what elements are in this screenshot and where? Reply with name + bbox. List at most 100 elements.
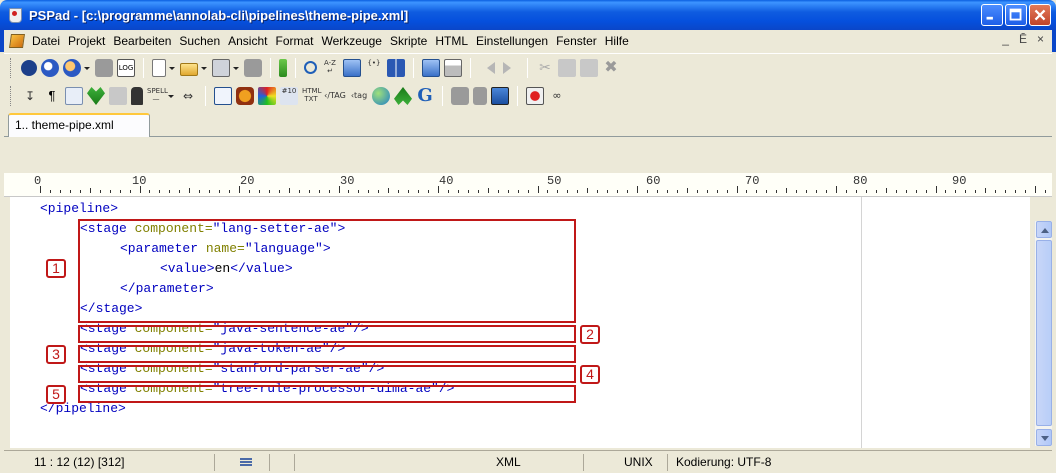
annotation-box [78,385,576,403]
copy-icon[interactable] [558,58,576,77]
glasses-icon[interactable]: ∞ [548,87,566,105]
minimize-button[interactable] [981,4,1003,26]
ruler-tick [219,190,221,193]
tag-close-icon[interactable]: ‹/TAG [324,87,346,105]
wrap-icon[interactable]: ↧ [21,87,39,105]
mdi-minimize-button[interactable]: _ [1002,32,1009,46]
status-divider [214,454,215,471]
toolbar-grip[interactable] [10,57,13,78]
find-icon[interactable] [304,61,317,74]
new-file-icon[interactable] [152,58,166,77]
scroll-up-button[interactable] [1036,221,1052,238]
google-icon[interactable]: G [416,87,434,105]
open-file-icon[interactable] [180,62,198,76]
delete-icon[interactable]: ✖ [602,59,620,77]
toolbar-grip[interactable] [10,86,13,106]
html-text-icon[interactable]: HTML TXT [302,87,321,105]
menu-suchen[interactable]: Suchen [175,31,224,51]
menu-bearbeiten[interactable]: Bearbeiten [109,31,175,51]
tab-theme-pipe-xml[interactable]: 1.. theme-pipe.xml [8,113,150,137]
replace-icon[interactable]: A-Z ↵ [321,59,339,77]
macro-icon[interactable] [451,87,469,105]
ruler-tick [547,190,549,193]
highlighter-icon[interactable] [87,87,105,105]
annotation-box [78,219,576,323]
column-icon[interactable] [65,87,83,105]
ruler-label: 20 [240,174,255,188]
lock-icon[interactable] [131,87,143,105]
screen-icon[interactable] [491,87,509,105]
undo-icon[interactable] [479,59,497,77]
menu-hilfe[interactable]: Hilfe [601,31,633,51]
toolbar-separator [442,86,443,106]
scroll-down-button[interactable] [1036,429,1052,446]
validate-icon[interactable] [394,87,412,105]
menu-projekt[interactable]: Projekt [64,31,109,51]
ruler-tick [248,190,250,193]
record-icon[interactable] [473,87,487,105]
scroll-thumb[interactable] [1036,240,1052,426]
chevron-down-icon[interactable] [200,59,207,77]
bracket-icon[interactable]: {•} [365,59,383,77]
html-table-icon[interactable]: #10 [280,87,298,105]
ruler-tick [706,190,708,193]
cut-icon[interactable]: ✂ [536,59,554,77]
preview-icon[interactable] [422,58,440,77]
paste-icon[interactable] [580,58,598,77]
ruler-tick [796,190,798,193]
chevron-down-icon[interactable] [83,59,90,77]
ruler-label: 40 [439,174,454,188]
mdi-close-button[interactable]: × [1037,32,1044,46]
code-explorer-icon[interactable] [214,87,232,105]
mdi-restore-button[interactable]: Ē [1019,32,1027,46]
save-all-icon[interactable] [244,58,262,77]
clip-icon[interactable] [236,87,254,105]
redo-icon[interactable] [501,59,519,77]
editor-frame [4,137,1052,173]
open-project-icon[interactable] [41,58,59,77]
project-icon[interactable] [21,59,37,76]
close-project-icon[interactable] [95,58,113,77]
pspad-app-icon[interactable] [7,7,23,23]
status-divider [294,454,295,471]
ruler-label: 70 [745,174,760,188]
menu-datei[interactable]: Datei [28,31,64,51]
pilcrow-icon[interactable]: ¶ [43,87,61,105]
menu-fenster[interactable]: Fenster [552,31,601,51]
chevron-down-icon[interactable] [167,87,174,105]
syntax-indicator[interactable]: XML [492,454,525,471]
bookmark-nav-icon[interactable]: ⇔ [179,87,197,105]
menu-einstellungen[interactable]: Einstellungen [472,31,552,51]
book-icon[interactable] [387,58,405,77]
color-picker-icon[interactable] [258,87,276,105]
menu-html[interactable]: HTML [431,31,472,51]
text-block-icon[interactable] [109,87,127,105]
menu-werkzeuge[interactable]: Werkzeuge [318,31,386,51]
maximize-button[interactable] [1005,4,1027,26]
menu-skripte[interactable]: Skripte [386,31,431,51]
log-icon[interactable]: LOG [117,58,135,77]
find-in-files-icon[interactable] [343,58,361,77]
save-file-icon[interactable] [212,58,230,77]
save-project-icon[interactable] [63,58,81,77]
document-menu-icon[interactable] [9,34,25,48]
menu-ansicht[interactable]: Ansicht [224,31,271,51]
ruler-tick [786,188,788,193]
chevron-down-icon[interactable] [232,59,239,77]
print-icon[interactable] [444,58,462,77]
menu-format[interactable]: Format [271,31,317,51]
vertical-scrollbar[interactable] [1034,221,1052,446]
encoding-indicator[interactable]: Kodierung: UTF-8 [672,454,775,471]
ruler-tick [845,190,847,193]
red-stop-icon[interactable] [526,87,544,105]
close-button[interactable] [1029,4,1051,26]
spell-icon[interactable]: SPELL — [147,87,168,105]
chevron-down-icon[interactable] [168,59,175,77]
code-editor[interactable]: <pipeline> <stage component="lang-setter… [10,197,1030,448]
line-ending-indicator[interactable]: UNIX [620,454,657,471]
globe-icon[interactable] [372,87,390,105]
tag-icon[interactable]: ‹tag [350,87,368,105]
ruler-tick [656,190,658,193]
bookmark-icon[interactable] [279,58,287,77]
ruler-tick [318,190,320,193]
